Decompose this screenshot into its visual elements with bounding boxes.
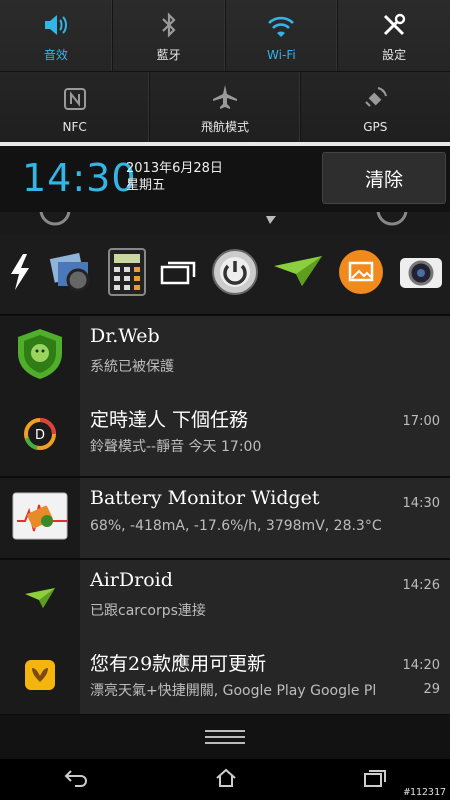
toggle-gps-label: GPS [363,119,388,134]
toggle-nfc[interactable]: NFC [0,72,151,143]
gallery-icon[interactable] [46,248,94,300]
toggle-settings[interactable]: 設定 [338,0,450,71]
notification-subtitle: 鈴聲模式--靜音 今天 17:00 [90,439,262,455]
notification-subtitle: 系統已被保護 [90,359,174,375]
home-icon[interactable] [214,767,238,793]
notification-header: 14:30 2013年6月28日 星期五 清除 [0,146,450,212]
notification-drweb[interactable]: Dr.Web 系統已被保護 [0,316,450,398]
nfc-icon [62,84,88,114]
photo-app-icon[interactable] [337,248,385,300]
gps-icon [362,84,388,114]
camera-icon[interactable] [398,252,444,296]
calculator-icon[interactable] [107,247,147,301]
app-store-icon [23,658,57,696]
date-block: 2013年6月28日 星期五 [126,160,223,194]
timer-app-icon: D [23,417,57,455]
flash-icon[interactable] [7,252,33,296]
quick-settings-row-2: NFC 飛航模式 GPS [0,72,450,144]
battery-monitor-icon [11,491,69,545]
clock: 14:30 [22,156,137,200]
toggle-sound-label: 音效 [43,48,68,62]
notification-timer[interactable]: D 定時達人 下個任務 17:00 鈴聲模式--靜音 今天 17:00 [0,396,450,478]
notification-time: 14:20 [402,658,440,673]
toggle-sound[interactable]: 音效 [0,0,113,71]
quick-settings-panel: 音效 藍牙 Wi-Fi 設定 NFC 飛航模式 GPS [0,0,450,144]
weekday-text: 星期五 [126,178,166,193]
notification-airdroid[interactable]: AirDroid 14:26 已跟carcorps連接 [0,560,450,642]
notification-title: Dr.Web [90,325,160,347]
notification-subtitle: 漂亮天氣+快捷開關, Google Play Google Pl [90,683,377,699]
quick-settings-row-1: 音效 藍牙 Wi-Fi 設定 [0,0,450,72]
svg-text:D: D [35,428,45,443]
toggle-settings-label: 設定 [382,48,407,62]
settings-tools-icon [381,10,407,40]
recent-apps-icon[interactable] [363,768,387,792]
clear-button[interactable]: 清除 [322,152,446,204]
power-icon[interactable] [211,248,259,300]
drag-handle[interactable] [0,715,450,759]
back-icon[interactable] [63,768,89,792]
watermark: #112317 [403,787,446,798]
drag-handle-icon [205,726,245,748]
toggle-airplane[interactable]: 飛航模式 [150,72,301,143]
notification-title: AirDroid [90,569,173,591]
navigation-bar [0,759,450,800]
toggle-wifi[interactable]: Wi-Fi [226,0,339,71]
toggle-gps[interactable]: GPS [301,72,450,143]
toggle-bluetooth[interactable]: 藍牙 [113,0,226,71]
app-shortcut-row [0,234,450,315]
notification-subtitle: 已跟carcorps連接 [90,603,206,619]
wifi-icon [266,12,296,42]
airplane-icon [211,82,239,112]
window-switch-icon[interactable] [160,257,198,291]
partial-widget-strip [0,212,450,234]
notification-time: 14:30 [402,496,440,511]
notification-time: 17:00 [402,414,440,429]
notification-subtitle: 68%, -418mA, -17.6%/h, 3798mV, 28.3°C [90,518,382,534]
notification-app-updates[interactable]: 您有29款應用可更新 14:20 漂亮天氣+快捷開關, Google Play … [0,640,450,716]
notification-title: 定時達人 下個任務 [90,409,249,431]
toggle-bluetooth-label: 藍牙 [156,48,181,62]
volume-icon [42,10,70,40]
date-text: 2013年6月28日 [126,161,223,176]
drweb-shield-icon [15,327,65,385]
airdroid-icon [24,586,56,614]
notification-title: Battery Monitor Widget [90,487,320,509]
toggle-nfc-label: NFC [62,119,87,134]
bluetooth-icon [159,10,179,40]
airdroid-icon[interactable] [272,252,324,296]
notification-time: 14:26 [402,578,440,593]
notification-battery-monitor[interactable]: Battery Monitor Widget 14:30 68%, -418mA… [0,478,450,560]
toggle-wifi-label: Wi-Fi [267,47,296,62]
notification-title: 您有29款應用可更新 [90,653,267,675]
toggle-airplane-label: 飛航模式 [200,120,249,134]
notification-count: 29 [423,682,440,697]
